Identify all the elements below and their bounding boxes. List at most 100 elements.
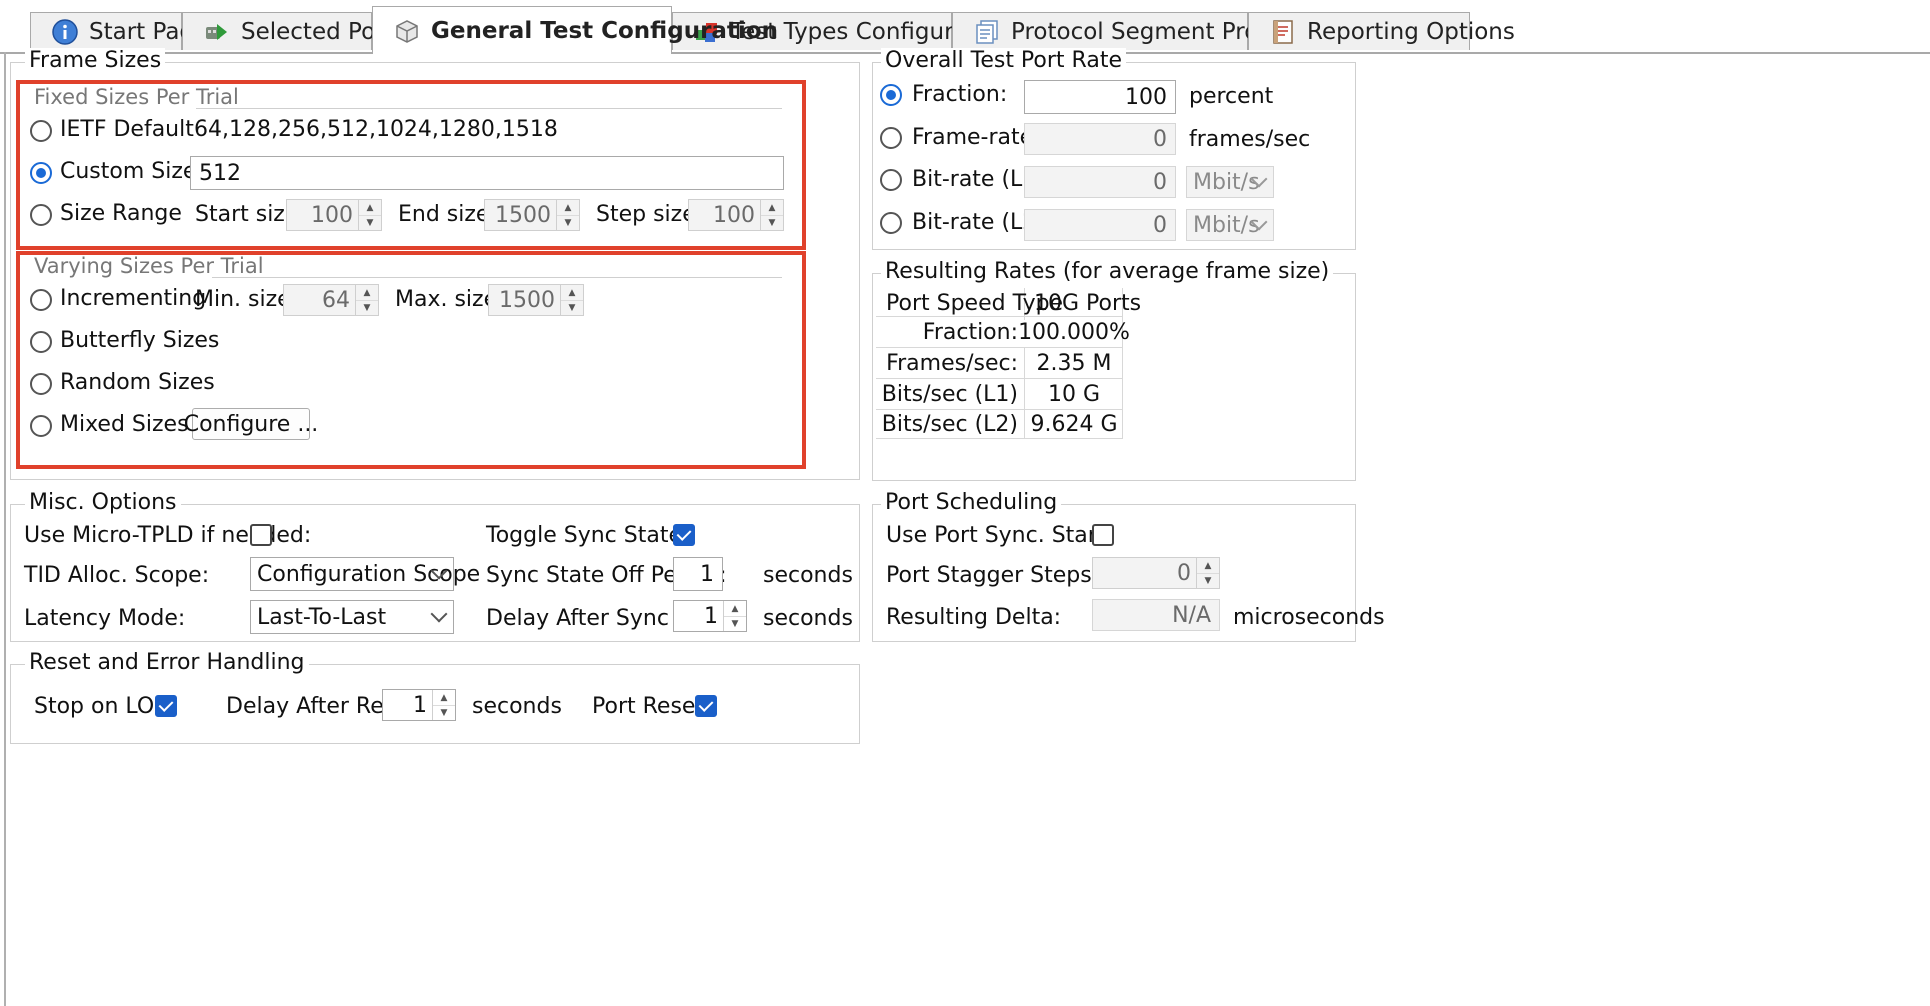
end-size-label: End size: bbox=[398, 202, 497, 227]
frame-rate-input[interactable]: 0 bbox=[1024, 123, 1176, 155]
tab-reporting-options[interactable]: Reporting Options bbox=[1248, 12, 1515, 50]
resulting-delta-unit: microseconds bbox=[1233, 605, 1385, 630]
configure-button[interactable]: Configure ... bbox=[184, 408, 318, 440]
rate-row-label: Frames/sec: bbox=[886, 350, 1018, 376]
spin-down-icon[interactable]: ▼ bbox=[724, 616, 746, 631]
resulting-delta-value: N/A bbox=[1172, 602, 1211, 628]
toggle-sync-state-checkbox[interactable] bbox=[673, 524, 695, 546]
spin-up-icon[interactable]: ▲ bbox=[724, 601, 746, 617]
latency-mode-select[interactable]: Last-To-Last bbox=[250, 600, 454, 634]
spin-up-icon[interactable]: ▲ bbox=[761, 200, 783, 216]
frame-rate-label: Frame-rate: bbox=[912, 125, 1041, 150]
tab-selected-ports[interactable]: Selected Ports bbox=[182, 12, 406, 50]
spin-down-icon[interactable]: ▼ bbox=[359, 215, 381, 230]
spin-down-icon[interactable]: ▼ bbox=[761, 215, 783, 230]
toggle-sync-state-label: Toggle Sync State: bbox=[486, 523, 690, 548]
bit-rate-l2-unit-select[interactable]: Mbit/s bbox=[1186, 209, 1274, 241]
bit-rate-l2-input[interactable]: 0 bbox=[1024, 209, 1176, 241]
delay-after-sync-spinner[interactable]: 1 ▲ ▼ bbox=[673, 600, 747, 632]
stop-on-los-checkbox[interactable] bbox=[155, 695, 177, 717]
delay-after-sync-unit: seconds bbox=[763, 606, 853, 631]
custom-sizes-input[interactable]: 512 bbox=[190, 156, 784, 190]
ietf-default-value: 64,128,256,512,1024,1280,1518 bbox=[194, 117, 558, 142]
bit-rate-l1-unit: Mbit/s bbox=[1193, 169, 1260, 195]
max-size-spinner[interactable]: 1500 ▲ ▼ bbox=[488, 284, 584, 316]
tab-strip: Start Page Selected Ports General Test C… bbox=[0, 0, 1930, 54]
bit-rate-l1-unit-select[interactable]: Mbit/s bbox=[1186, 166, 1274, 198]
resulting-delta-input: N/A bbox=[1092, 599, 1220, 631]
bit-rate-l1-radio[interactable] bbox=[880, 169, 902, 191]
group-title: Reset and Error Handling bbox=[25, 650, 309, 675]
step-size-spinner[interactable]: 100 ▲ ▼ bbox=[688, 199, 784, 231]
tab-label: General Test Configuration bbox=[431, 17, 778, 44]
micro-tpld-checkbox[interactable] bbox=[250, 524, 272, 546]
report-icon bbox=[1269, 18, 1297, 46]
rate-row-label: Fraction: bbox=[922, 319, 1018, 345]
rate-row-value: 2.35 M bbox=[1036, 350, 1112, 376]
custom-sizes-radio[interactable] bbox=[30, 162, 52, 184]
port-stagger-steps-value: 0 bbox=[1177, 560, 1191, 586]
min-size-spinner[interactable]: 64 ▲ ▼ bbox=[283, 284, 379, 316]
ietf-default-radio[interactable] bbox=[30, 120, 52, 142]
rate-row-label: Bits/sec (L2) bbox=[881, 411, 1018, 437]
start-size-spinner[interactable]: 100 ▲ ▼ bbox=[286, 199, 382, 231]
delay-after-reset-spinner[interactable]: 1 ▲ ▼ bbox=[382, 689, 456, 721]
frame-rate-value: 0 bbox=[1153, 126, 1167, 152]
sync-state-off-period-unit: seconds bbox=[763, 563, 853, 588]
incrementing-radio[interactable] bbox=[30, 289, 52, 311]
spin-up-icon[interactable]: ▲ bbox=[1197, 558, 1219, 574]
spin-down-icon[interactable]: ▼ bbox=[557, 215, 579, 230]
port-stagger-steps-label: Port Stagger Steps: bbox=[886, 563, 1100, 588]
info-icon bbox=[51, 18, 79, 46]
tab-label: Reporting Options bbox=[1307, 18, 1515, 45]
bit-rate-l1-value: 0 bbox=[1153, 169, 1167, 195]
port-reset-label: Port Reset: bbox=[592, 694, 712, 719]
tab-general-test-configuration[interactable]: General Test Configuration bbox=[372, 6, 778, 54]
fraction-value: 100 bbox=[1125, 84, 1167, 110]
tab-start-page[interactable]: Start Page bbox=[30, 12, 208, 50]
spin-up-icon[interactable]: ▲ bbox=[433, 690, 455, 706]
fraction-label: Fraction: bbox=[912, 82, 1008, 107]
step-size-value: 100 bbox=[713, 202, 755, 228]
document-stack-icon bbox=[973, 18, 1001, 46]
mixed-sizes-radio[interactable] bbox=[30, 415, 52, 437]
tid-alloc-scope-select[interactable]: Configuration Scope bbox=[250, 557, 480, 591]
random-sizes-radio[interactable] bbox=[30, 373, 52, 395]
spin-down-icon[interactable]: ▼ bbox=[1197, 573, 1219, 588]
spin-up-icon[interactable]: ▲ bbox=[561, 285, 583, 301]
frame-rate-unit: frames/sec bbox=[1189, 127, 1311, 152]
spin-up-icon[interactable]: ▲ bbox=[356, 285, 378, 301]
spin-up-icon[interactable]: ▲ bbox=[557, 200, 579, 216]
rate-row-label: Bits/sec (L1) bbox=[881, 381, 1018, 407]
fraction-radio[interactable] bbox=[880, 84, 902, 106]
bit-rate-l1-input[interactable]: 0 bbox=[1024, 166, 1176, 198]
port-sync-start-checkbox[interactable] bbox=[1092, 524, 1114, 546]
chevron-down-icon bbox=[430, 605, 448, 623]
butterfly-sizes-label: Butterfly Sizes bbox=[60, 328, 220, 353]
spin-down-icon[interactable]: ▼ bbox=[561, 300, 583, 315]
box-icon bbox=[393, 17, 421, 45]
sync-state-off-period-input[interactable]: 1 bbox=[673, 557, 723, 591]
spin-up-icon[interactable]: ▲ bbox=[359, 200, 381, 216]
size-range-radio[interactable] bbox=[30, 204, 52, 226]
butterfly-sizes-radio[interactable] bbox=[30, 331, 52, 353]
fraction-unit: percent bbox=[1189, 84, 1274, 109]
max-size-value: 1500 bbox=[499, 287, 555, 313]
fraction-input[interactable]: 100 bbox=[1024, 80, 1176, 114]
group-title: Port Scheduling bbox=[881, 490, 1062, 515]
spin-down-icon[interactable]: ▼ bbox=[356, 300, 378, 315]
custom-sizes-value: 512 bbox=[199, 160, 241, 186]
fixed-sizes-title: Fixed Sizes Per Trial bbox=[34, 85, 239, 109]
end-size-spinner[interactable]: 1500 ▲ ▼ bbox=[484, 199, 580, 231]
port-stagger-steps-spinner[interactable]: 0 ▲ ▼ bbox=[1092, 557, 1220, 589]
port-sync-start-label: Use Port Sync. Start: bbox=[886, 523, 1113, 548]
frame-rate-radio[interactable] bbox=[880, 127, 902, 149]
port-reset-checkbox[interactable] bbox=[695, 695, 717, 717]
tid-alloc-scope-label: TID Alloc. Scope: bbox=[24, 563, 210, 588]
spin-down-icon[interactable]: ▼ bbox=[433, 705, 455, 720]
tab-protocol-segment-profiles[interactable]: Protocol Segment Profiles bbox=[952, 12, 1305, 50]
custom-sizes-label: Custom Sizes bbox=[60, 159, 208, 184]
bit-rate-l2-radio[interactable] bbox=[880, 212, 902, 234]
mixed-sizes-label: Mixed Sizes bbox=[60, 412, 189, 437]
min-size-value: 64 bbox=[322, 287, 350, 313]
